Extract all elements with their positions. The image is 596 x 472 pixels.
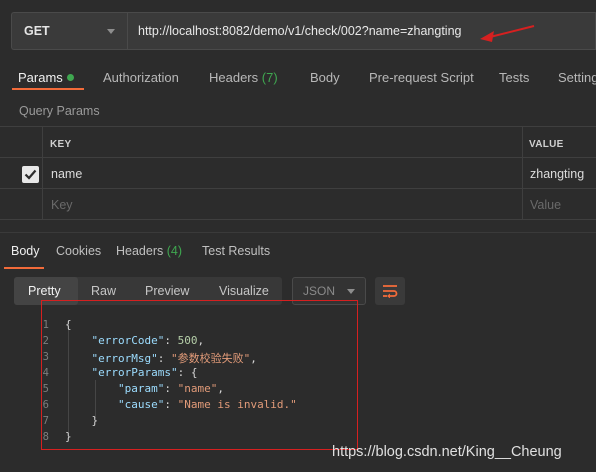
row-checkbox[interactable] [22, 166, 39, 183]
tab-authorization[interactable]: Authorization [103, 70, 179, 85]
new-key-input[interactable]: Key [51, 198, 73, 212]
method-label: GET [24, 24, 50, 38]
query-params-title: Query Params [19, 104, 100, 118]
tab-cookies[interactable]: Cookies [56, 244, 101, 258]
column-header-value: VALUE [529, 139, 564, 150]
tab-tests[interactable]: Tests [499, 70, 529, 85]
query-params-table: KEY VALUE name zhangting Key Value [0, 126, 596, 220]
tab-pre-request-script[interactable]: Pre-request Script [369, 70, 474, 85]
tab-headers[interactable]: Headers (7) [209, 70, 278, 85]
method-select[interactable]: GET [11, 12, 127, 50]
wrap-lines-button[interactable] [375, 277, 405, 305]
table-divider [0, 219, 596, 220]
checkmark-icon [24, 169, 37, 180]
tab-settings[interactable]: Setting [558, 70, 596, 85]
tab-body[interactable]: Body [310, 70, 340, 85]
request-tabs: Params Authorization Headers (7) Body Pr… [0, 62, 596, 94]
view-visualize-button[interactable]: Visualize [219, 284, 269, 298]
tab-params-label: Params [18, 70, 63, 85]
column-header-key: KEY [50, 139, 72, 150]
tab-params[interactable]: Params [18, 70, 74, 85]
watermark-text: https://blog.csdn.net/King__Cheung [332, 444, 562, 460]
tab-response-body[interactable]: Body [11, 244, 40, 258]
response-tabs: Body Cookies Headers (4) Test Results [0, 232, 596, 269]
view-preview-button[interactable]: Preview [145, 284, 189, 298]
table-column-divider [42, 127, 43, 220]
annotation-arrow-icon [480, 25, 535, 42]
param-key-cell[interactable]: name [51, 167, 82, 181]
annotation-highlight-box [41, 300, 358, 450]
url-text: http://localhost:8082/demo/v1/check/002?… [138, 24, 462, 38]
tab-headers-label: Headers [209, 70, 259, 85]
table-divider [0, 188, 596, 189]
wrap-icon [383, 285, 398, 298]
chevron-down-icon [347, 288, 355, 294]
active-tab-indicator [12, 88, 84, 90]
tab-response-headers-label: Headers [116, 244, 164, 258]
new-value-input[interactable]: Value [530, 198, 561, 212]
view-pretty-button[interactable]: Pretty [28, 284, 61, 298]
tab-response-headers[interactable]: Headers (4) [116, 244, 182, 258]
tab-test-results[interactable]: Test Results [202, 244, 270, 258]
tab-response-headers-count: (4) [166, 244, 183, 258]
tab-headers-count: (7) [261, 70, 278, 85]
view-raw-button[interactable]: Raw [91, 284, 116, 298]
table-divider [0, 157, 596, 158]
format-select-label: JSON [303, 284, 336, 298]
chevron-down-icon [107, 28, 115, 34]
param-value-cell[interactable]: zhangting [530, 167, 584, 181]
active-response-tab-indicator [4, 267, 44, 269]
table-column-divider [522, 127, 523, 220]
params-status-dot [66, 74, 74, 81]
